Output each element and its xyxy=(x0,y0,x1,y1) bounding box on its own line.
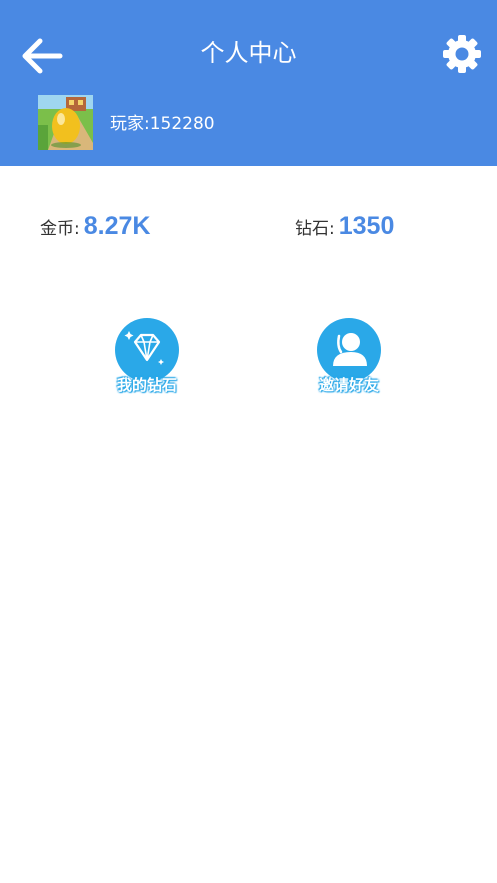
page-title: 个人中心 xyxy=(200,39,297,67)
settings-button[interactable] xyxy=(442,34,482,74)
user-icon xyxy=(333,333,367,366)
invite-friends-button[interactable]: 邀请好友 xyxy=(284,318,414,400)
diamond-label: 钻石: xyxy=(295,218,335,239)
gold-value: 8.27K xyxy=(83,211,151,240)
invite-friends-label: 邀请好友 xyxy=(318,376,379,394)
my-diamonds-button[interactable]: 我的钻石 xyxy=(82,318,212,400)
avatar[interactable] xyxy=(38,95,93,150)
gold-label: 金币: xyxy=(40,218,80,239)
gold-stat: 金币: 8.27K xyxy=(40,208,150,244)
diamond-icon-circle xyxy=(115,318,179,382)
user-icon-circle xyxy=(317,318,381,382)
diamond-stat: 钻石: 1350 xyxy=(295,208,394,244)
diamond-value: 1350 xyxy=(338,211,395,240)
player-name: 玩家:152280 xyxy=(110,114,215,134)
header-bar: 个人中心 玩家:152280 xyxy=(0,0,497,166)
golden-egg-avatar xyxy=(38,95,93,150)
diamond-icon xyxy=(124,331,164,365)
my-diamonds-label: 我的钻石 xyxy=(116,376,177,394)
gear-icon xyxy=(443,35,481,73)
